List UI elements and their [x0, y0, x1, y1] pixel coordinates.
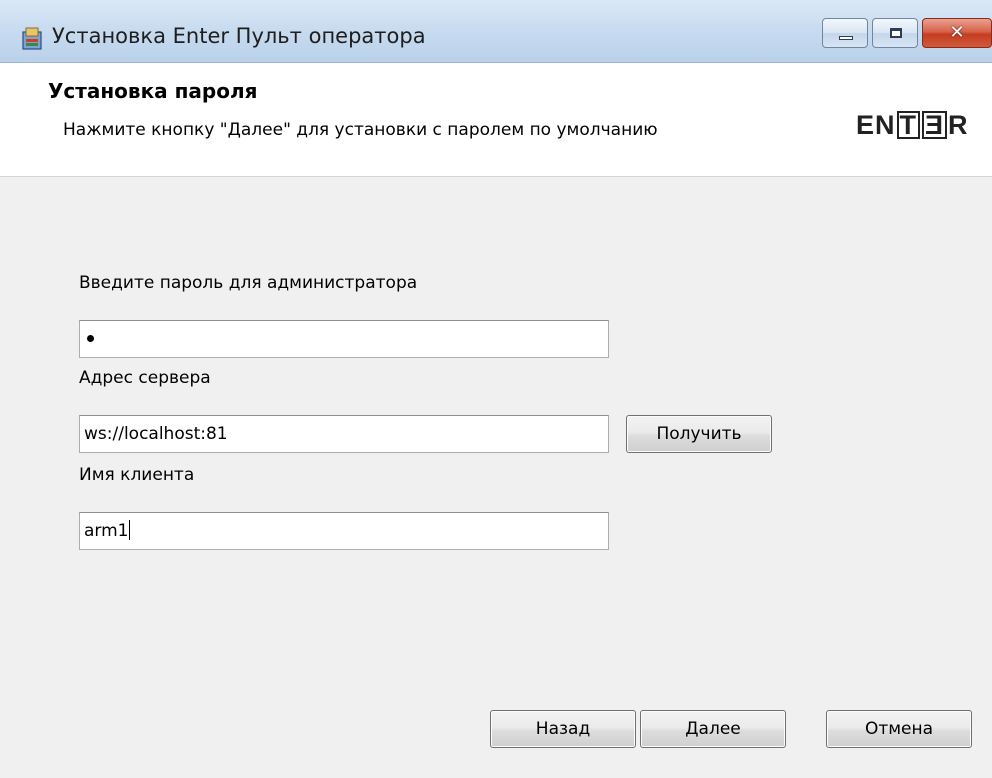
client-label: Имя клиента [79, 465, 195, 485]
installer-icon [22, 27, 42, 50]
enter-logo: EN T Ǝ R [856, 110, 969, 140]
minimize-icon [839, 36, 853, 40]
page-title: Установка пароля [48, 79, 258, 103]
wizard-header: Установка пароля Нажмите кнопку "Далее" … [0, 63, 992, 177]
server-address-value: ws://localhost:81 [84, 424, 228, 444]
password-field[interactable] [79, 320, 609, 358]
window-title: Установка Enter Пульт оператора [52, 24, 426, 48]
cancel-button[interactable]: Отмена [826, 710, 972, 748]
minimize-button[interactable] [822, 18, 868, 48]
next-button[interactable]: Далее [640, 710, 786, 748]
client-name-value: arm1 [84, 521, 129, 541]
close-button[interactable]: ✕ [922, 18, 992, 48]
server-address-field[interactable]: ws://localhost:81 [79, 415, 609, 453]
client-name-field[interactable]: arm1 [79, 512, 609, 550]
password-mask-dot [87, 335, 94, 342]
close-icon: ✕ [949, 22, 965, 43]
back-button[interactable]: Назад [490, 710, 636, 748]
maximize-button[interactable] [872, 18, 918, 48]
server-label: Адрес сервера [79, 368, 211, 388]
window-titlebar[interactable]: Установка Enter Пульт оператора ✕ [0, 0, 992, 63]
maximize-icon [890, 28, 902, 38]
password-label: Введите пароль для администратора [79, 273, 418, 293]
text-caret [129, 520, 131, 540]
get-button[interactable]: Получить [626, 415, 772, 453]
page-description: Нажмите кнопку "Далее" для установки с п… [63, 120, 658, 140]
